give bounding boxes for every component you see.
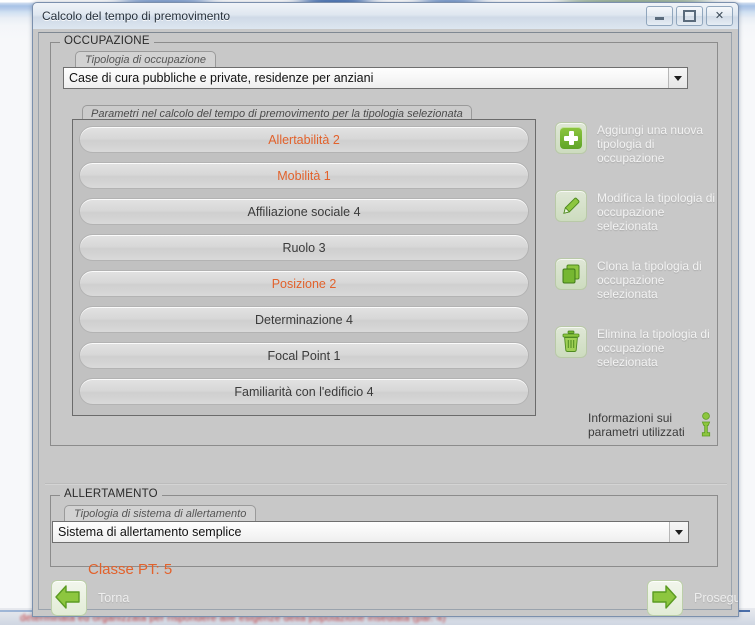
content-panel: OCCUPAZIONE Tipologia di occupazione Cas…: [38, 32, 738, 616]
parametro-button[interactable]: Focal Point 1: [79, 342, 529, 369]
copy-icon: [555, 258, 587, 290]
parametro-label: Familiarità con l'edificio 4: [234, 384, 374, 399]
parametro-button[interactable]: Affiliazione sociale 4: [79, 198, 529, 225]
parametro-button[interactable]: Posizione 2: [79, 270, 529, 297]
back-button[interactable]: Torna: [51, 580, 129, 616]
tipologia-occupazione-select[interactable]: Case di cura pubbliche e private, reside…: [63, 67, 688, 89]
action-aggiungi-label: Aggiungi una nuova tipologia di occupazi…: [597, 123, 704, 165]
tipologia-allertamento-value: Sistema di allertamento semplice: [58, 525, 242, 539]
minimize-button[interactable]: [646, 6, 673, 26]
plus-icon: [555, 122, 587, 154]
info-icon: [697, 412, 715, 438]
chevron-down-icon[interactable]: [668, 68, 687, 88]
next-button-label: Prosegui: [694, 591, 739, 605]
maximize-icon: [683, 10, 696, 22]
info-parametri-label: Informazioni sui parametri utilizzati: [588, 411, 685, 439]
parametro-button[interactable]: Familiarità con l'edificio 4: [79, 378, 529, 405]
parametro-button[interactable]: Mobilità 1: [79, 162, 529, 189]
client-area: OCCUPAZIONE Tipologia di occupazione Cas…: [33, 29, 738, 616]
arrow-right-icon: [647, 580, 683, 616]
action-clona[interactable]: Clona la tipologia di occupazione selezi…: [555, 258, 725, 301]
back-button-label: Torna: [98, 591, 130, 605]
action-elimina[interactable]: Elimina la tipologia di occupazione sele…: [555, 326, 725, 369]
parametro-label: Determinazione 4: [255, 312, 353, 327]
parametri-list: Allertabilità 2 Mobilità 1 Affiliazione so…: [79, 126, 529, 409]
action-elimina-label: Elimina la tipologia di occupazione sele…: [597, 327, 710, 369]
trash-icon: [555, 326, 587, 358]
next-button[interactable]: Prosegui: [647, 580, 739, 616]
app-window: Calcolo del tempo di premovimento ✕ OCCU…: [32, 2, 739, 617]
minimize-icon: [655, 17, 664, 20]
action-modifica-label: Modifica la tipologia di occupazione sel…: [597, 191, 716, 233]
action-aggiungi[interactable]: Aggiungi una nuova tipologia di occupazi…: [555, 122, 725, 165]
parametro-button[interactable]: Determinazione 4: [79, 306, 529, 333]
window-title: Calcolo del tempo di premovimento: [42, 9, 231, 23]
window-controls: ✕: [646, 6, 733, 26]
section-divider: [45, 483, 727, 485]
classe-pt-value: Classe PT: 5: [88, 561, 173, 578]
parametro-button[interactable]: Ruolo 3: [79, 234, 529, 261]
action-clona-label: Clona la tipologia di occupazione selezi…: [597, 259, 702, 301]
parametro-label: Allertabilità 2: [268, 132, 340, 147]
parametro-label: Affiliazione sociale 4: [247, 204, 361, 219]
arrow-left-icon: [51, 580, 87, 616]
group-occupazione-title: OCCUPAZIONE: [60, 35, 154, 47]
parametro-button[interactable]: Allertabilità 2: [79, 126, 529, 153]
action-modifica[interactable]: Modifica la tipologia di occupazione sel…: [555, 190, 725, 233]
parametro-label: Posizione 2: [271, 276, 337, 291]
tipologia-allertamento-select[interactable]: Sistema di allertamento semplice: [52, 521, 689, 543]
tipologia-allertamento-label: Tipologia di sistema di allertamento: [64, 505, 257, 522]
close-button[interactable]: ✕: [706, 6, 733, 26]
maximize-button[interactable]: [676, 6, 703, 26]
info-parametri[interactable]: Informazioni sui parametri utilizzati: [588, 411, 715, 439]
title-bar: Calcolo del tempo di premovimento ✕: [33, 3, 738, 30]
parametri-box: Allertabilità 2 Mobilità 1 Affiliazione so…: [72, 119, 536, 416]
tipologia-occupazione-label: Tipologia di occupazione: [75, 51, 216, 68]
parametro-label: Focal Point 1: [267, 348, 341, 363]
chevron-down-icon[interactable]: [669, 522, 688, 542]
group-allertamento-title: ALLERTAMENTO: [60, 488, 162, 500]
pencil-icon: [555, 190, 587, 222]
tipologia-occupazione-value: Case di cura pubbliche e private, reside…: [69, 71, 374, 85]
parametro-label: Mobilità 1: [277, 168, 331, 183]
parametro-label: Ruolo 3: [282, 240, 326, 255]
close-icon: ✕: [714, 9, 725, 22]
